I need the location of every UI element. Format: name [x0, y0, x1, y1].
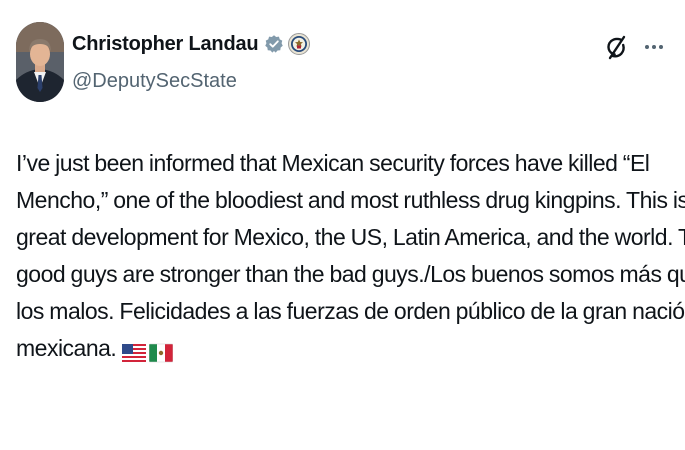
tweet-card: Christopher Landau @DeputySecState I’ve …	[0, 0, 685, 450]
verified-badge-icon[interactable]	[264, 34, 284, 54]
flag-emojis	[122, 333, 176, 370]
tweet-text-line: mexicana.	[16, 335, 117, 361]
tweet-text-line: good guys are stronger than the bad guys…	[16, 261, 685, 287]
header-actions	[603, 34, 667, 60]
avatar[interactable]	[16, 22, 64, 102]
tweet-text-line: Mencho,” one of the bloodiest and most r…	[16, 187, 685, 213]
tweet-text-line: I’ve just been informed that Mexican sec…	[16, 150, 650, 176]
mexico-flag-emoji-icon	[149, 343, 174, 363]
author-name-row: Christopher Landau	[72, 30, 311, 58]
department-of-state-seal-icon[interactable]	[288, 33, 311, 55]
author-handle[interactable]: @DeputySecState	[72, 70, 237, 93]
us-flag-emoji-icon	[122, 343, 147, 362]
tweet-text-line: los malos. Felicidades a las fuerzas de …	[16, 298, 685, 324]
tweet-text-last-line: mexicana.	[16, 330, 676, 370]
tweet-text-line: great development for Mexico, the US, La…	[16, 224, 685, 250]
tweet-text: I’ve just been informed that Mexican sec…	[16, 145, 685, 370]
grok-icon[interactable]	[603, 34, 629, 60]
more-options-icon[interactable]	[641, 34, 667, 60]
author-display-name[interactable]: Christopher Landau	[72, 33, 259, 56]
